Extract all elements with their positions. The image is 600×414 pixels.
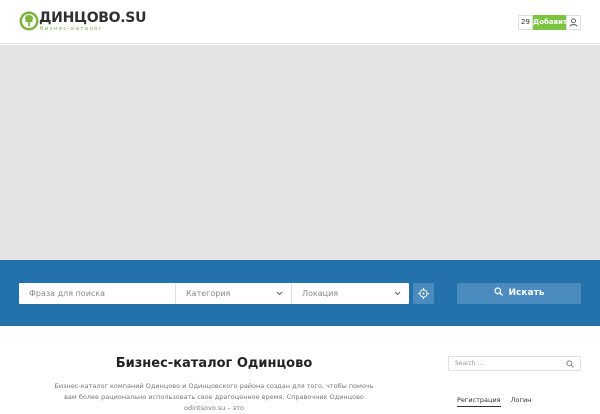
chevron-down-icon (276, 291, 283, 296)
add-listing-button[interactable]: Добавить (533, 15, 566, 30)
user-account-button[interactable] (566, 15, 581, 30)
tab-register[interactable]: Регистрация (457, 396, 501, 407)
search-button-label: Искать (508, 288, 545, 298)
tab-login[interactable]: Логин (511, 396, 532, 406)
location-select[interactable]: Локация (291, 283, 409, 304)
search-icon (493, 287, 503, 296)
category-select[interactable]: Категория (175, 283, 291, 304)
site-header: ДИНЦОВО.SU бизнес-каталог 29 Добавить (0, 0, 600, 44)
chevron-down-icon (394, 291, 401, 296)
search-icon[interactable] (566, 360, 574, 368)
logo-text: ДИНЦОВО.SU (39, 10, 147, 26)
main-content: Бизнес-каталог Одинцово Бизнес-каталог к… (0, 326, 600, 412)
listings-counter[interactable]: 29 (518, 15, 533, 30)
search-form: Фраза для поиска Категория Локация (19, 283, 409, 304)
logo-tagline: бизнес-каталог (40, 26, 104, 32)
search-band: Фраза для поиска Категория Локация Искат… (0, 260, 600, 326)
site-logo[interactable]: ДИНЦОВО.SU бизнес-каталог (19, 10, 146, 34)
search-submit-button[interactable]: Искать (457, 283, 581, 304)
tree-logo-icon (19, 11, 39, 31)
search-phrase-input[interactable]: Фраза для поиска (19, 283, 175, 304)
user-icon (569, 18, 578, 27)
sidebar-search[interactable]: Search ... (448, 356, 581, 371)
category-select-label: Категория (186, 289, 231, 298)
crosshair-icon (418, 288, 429, 299)
geolocate-button[interactable] (413, 283, 434, 304)
page-title: Бизнес-каталог Одинцово (115, 356, 313, 371)
hero-banner (0, 45, 600, 260)
auth-tabs: Регистрация Логин (457, 396, 539, 407)
intro-text: Бизнес-каталог компаний Одинцово и Одинц… (54, 382, 374, 412)
location-select-label: Локация (302, 289, 339, 298)
sidebar-search-input[interactable]: Search ... (455, 357, 483, 370)
